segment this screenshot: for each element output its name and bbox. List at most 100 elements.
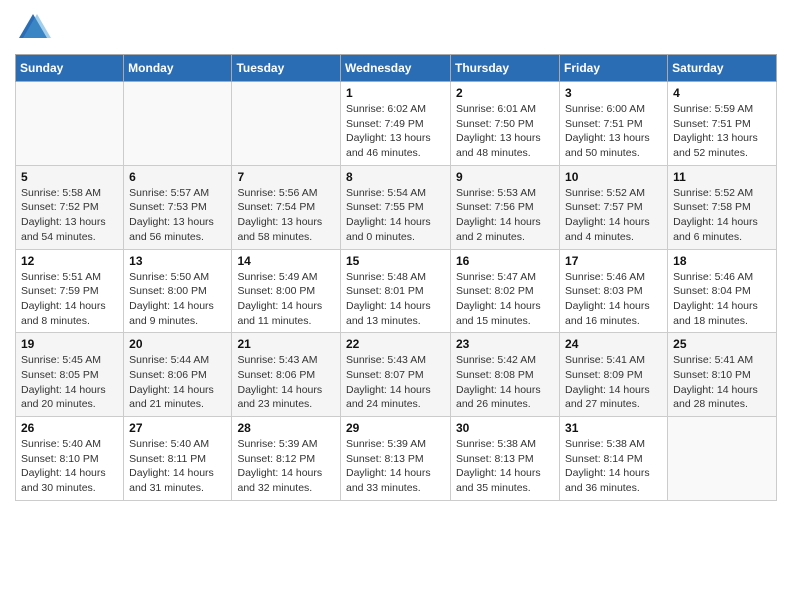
day-number: 20 <box>129 337 226 351</box>
day-number: 18 <box>673 254 771 268</box>
calendar-cell: 27Sunrise: 5:40 AM Sunset: 8:11 PM Dayli… <box>124 417 232 501</box>
calendar-cell <box>232 82 341 166</box>
day-info: Sunrise: 5:41 AM Sunset: 8:09 PM Dayligh… <box>565 353 662 412</box>
day-number: 6 <box>129 170 226 184</box>
day-info: Sunrise: 5:56 AM Sunset: 7:54 PM Dayligh… <box>237 186 335 245</box>
day-number: 9 <box>456 170 554 184</box>
day-info: Sunrise: 5:47 AM Sunset: 8:02 PM Dayligh… <box>456 270 554 329</box>
day-info: Sunrise: 5:43 AM Sunset: 8:06 PM Dayligh… <box>237 353 335 412</box>
day-info: Sunrise: 5:49 AM Sunset: 8:00 PM Dayligh… <box>237 270 335 329</box>
day-info: Sunrise: 5:59 AM Sunset: 7:51 PM Dayligh… <box>673 102 771 161</box>
calendar-cell: 24Sunrise: 5:41 AM Sunset: 8:09 PM Dayli… <box>560 333 668 417</box>
weekday-header-cell: Monday <box>124 55 232 82</box>
page: SundayMondayTuesdayWednesdayThursdayFrid… <box>0 0 792 511</box>
day-number: 3 <box>565 86 662 100</box>
day-info: Sunrise: 5:41 AM Sunset: 8:10 PM Dayligh… <box>673 353 771 412</box>
day-number: 7 <box>237 170 335 184</box>
day-number: 19 <box>21 337 118 351</box>
day-number: 26 <box>21 421 118 435</box>
logo <box>15 10 55 46</box>
calendar-cell: 10Sunrise: 5:52 AM Sunset: 7:57 PM Dayli… <box>560 165 668 249</box>
weekday-header-cell: Wednesday <box>341 55 451 82</box>
calendar-cell <box>124 82 232 166</box>
day-number: 25 <box>673 337 771 351</box>
calendar-cell: 7 Sunrise: 5:56 AM Sunset: 7:54 PM Daylig… <box>232 165 341 249</box>
day-number: 5 <box>21 170 118 184</box>
day-number: 8 <box>346 170 445 184</box>
calendar-cell: 16 Sunrise: 5:47 AM Sunset: 8:02 PM Dayli… <box>451 249 560 333</box>
day-info: Sunrise: 5:52 AM Sunset: 7:58 PM Dayligh… <box>673 186 771 245</box>
day-info: Sunrise: 5:50 AM Sunset: 8:00 PM Dayligh… <box>129 270 226 329</box>
day-info: Sunrise: 5:53 AM Sunset: 7:56 PM Dayligh… <box>456 186 554 245</box>
day-info: Sunrise: 5:44 AM Sunset: 8:06 PM Dayligh… <box>129 353 226 412</box>
calendar-cell: 8 Sunrise: 5:54 AM Sunset: 7:55 PM Daylig… <box>341 165 451 249</box>
day-info: Sunrise: 5:45 AM Sunset: 8:05 PM Dayligh… <box>21 353 118 412</box>
weekday-header-cell: Saturday <box>668 55 777 82</box>
day-info: Sunrise: 5:46 AM Sunset: 8:04 PM Dayligh… <box>673 270 771 329</box>
day-info: Sunrise: 5:40 AM Sunset: 8:10 PM Dayligh… <box>21 437 118 496</box>
calendar-cell: 11 Sunrise: 5:52 AM Sunset: 7:58 PM Dayli… <box>668 165 777 249</box>
header <box>15 10 777 46</box>
calendar-cell: 4 Sunrise: 5:59 AM Sunset: 7:51 PM Daylig… <box>668 82 777 166</box>
calendar-week-row: 1Sunrise: 6:02 AM Sunset: 7:49 PM Daylig… <box>16 82 777 166</box>
day-number: 13 <box>129 254 226 268</box>
calendar-cell: 1Sunrise: 6:02 AM Sunset: 7:49 PM Daylig… <box>341 82 451 166</box>
day-number: 29 <box>346 421 445 435</box>
calendar-cell <box>668 417 777 501</box>
day-number: 30 <box>456 421 554 435</box>
day-info: Sunrise: 5:54 AM Sunset: 7:55 PM Dayligh… <box>346 186 445 245</box>
calendar-cell: 30 Sunrise: 5:38 AM Sunset: 8:13 PM Dayli… <box>451 417 560 501</box>
calendar-cell: 9 Sunrise: 5:53 AM Sunset: 7:56 PM Daylig… <box>451 165 560 249</box>
calendar-week-row: 5 Sunrise: 5:58 AM Sunset: 7:52 PM Daylig… <box>16 165 777 249</box>
day-number: 23 <box>456 337 554 351</box>
day-info: Sunrise: 5:48 AM Sunset: 8:01 PM Dayligh… <box>346 270 445 329</box>
calendar-cell: 20 Sunrise: 5:44 AM Sunset: 8:06 PM Dayli… <box>124 333 232 417</box>
day-info: Sunrise: 5:57 AM Sunset: 7:53 PM Dayligh… <box>129 186 226 245</box>
calendar-week-row: 19 Sunrise: 5:45 AM Sunset: 8:05 PM Dayli… <box>16 333 777 417</box>
calendar-cell: 25 Sunrise: 5:41 AM Sunset: 8:10 PM Dayli… <box>668 333 777 417</box>
calendar-table: SundayMondayTuesdayWednesdayThursdayFrid… <box>15 54 777 501</box>
day-info: Sunrise: 5:40 AM Sunset: 8:11 PM Dayligh… <box>129 437 226 496</box>
day-info: Sunrise: 5:51 AM Sunset: 7:59 PM Dayligh… <box>21 270 118 329</box>
calendar-cell: 13 Sunrise: 5:50 AM Sunset: 8:00 PM Dayli… <box>124 249 232 333</box>
calendar-cell: 14 Sunrise: 5:49 AM Sunset: 8:00 PM Dayli… <box>232 249 341 333</box>
calendar-cell <box>16 82 124 166</box>
calendar-cell: 18 Sunrise: 5:46 AM Sunset: 8:04 PM Dayli… <box>668 249 777 333</box>
day-number: 11 <box>673 170 771 184</box>
calendar-body: 1Sunrise: 6:02 AM Sunset: 7:49 PM Daylig… <box>16 82 777 501</box>
day-info: Sunrise: 6:00 AM Sunset: 7:51 PM Dayligh… <box>565 102 662 161</box>
calendar-cell: 6 Sunrise: 5:57 AM Sunset: 7:53 PM Daylig… <box>124 165 232 249</box>
day-info: Sunrise: 5:38 AM Sunset: 8:13 PM Dayligh… <box>456 437 554 496</box>
day-number: 12 <box>21 254 118 268</box>
weekday-header-cell: Thursday <box>451 55 560 82</box>
day-info: Sunrise: 5:58 AM Sunset: 7:52 PM Dayligh… <box>21 186 118 245</box>
day-number: 4 <box>673 86 771 100</box>
day-number: 2 <box>456 86 554 100</box>
calendar-cell: 12 Sunrise: 5:51 AM Sunset: 7:59 PM Dayli… <box>16 249 124 333</box>
weekday-header-cell: Friday <box>560 55 668 82</box>
day-number: 1 <box>346 86 445 100</box>
calendar-cell: 21 Sunrise: 5:43 AM Sunset: 8:06 PM Dayli… <box>232 333 341 417</box>
day-number: 21 <box>237 337 335 351</box>
day-info: Sunrise: 5:39 AM Sunset: 8:13 PM Dayligh… <box>346 437 445 496</box>
day-info: Sunrise: 5:46 AM Sunset: 8:03 PM Dayligh… <box>565 270 662 329</box>
calendar-cell: 5 Sunrise: 5:58 AM Sunset: 7:52 PM Daylig… <box>16 165 124 249</box>
calendar-cell: 22 Sunrise: 5:43 AM Sunset: 8:07 PM Dayli… <box>341 333 451 417</box>
day-number: 15 <box>346 254 445 268</box>
day-number: 14 <box>237 254 335 268</box>
day-number: 16 <box>456 254 554 268</box>
calendar-week-row: 26 Sunrise: 5:40 AM Sunset: 8:10 PM Dayli… <box>16 417 777 501</box>
calendar-cell: 17Sunrise: 5:46 AM Sunset: 8:03 PM Dayli… <box>560 249 668 333</box>
calendar-cell: 26 Sunrise: 5:40 AM Sunset: 8:10 PM Dayli… <box>16 417 124 501</box>
calendar-cell: 29 Sunrise: 5:39 AM Sunset: 8:13 PM Dayli… <box>341 417 451 501</box>
calendar-week-row: 12 Sunrise: 5:51 AM Sunset: 7:59 PM Dayli… <box>16 249 777 333</box>
weekday-header-cell: Sunday <box>16 55 124 82</box>
day-number: 22 <box>346 337 445 351</box>
calendar-cell: 19 Sunrise: 5:45 AM Sunset: 8:05 PM Dayli… <box>16 333 124 417</box>
calendar-cell: 23Sunrise: 5:42 AM Sunset: 8:08 PM Dayli… <box>451 333 560 417</box>
calendar-cell: 28Sunrise: 5:39 AM Sunset: 8:12 PM Dayli… <box>232 417 341 501</box>
calendar-cell: 3 Sunrise: 6:00 AM Sunset: 7:51 PM Daylig… <box>560 82 668 166</box>
day-info: Sunrise: 5:43 AM Sunset: 8:07 PM Dayligh… <box>346 353 445 412</box>
day-number: 28 <box>237 421 335 435</box>
logo-icon <box>15 10 51 46</box>
